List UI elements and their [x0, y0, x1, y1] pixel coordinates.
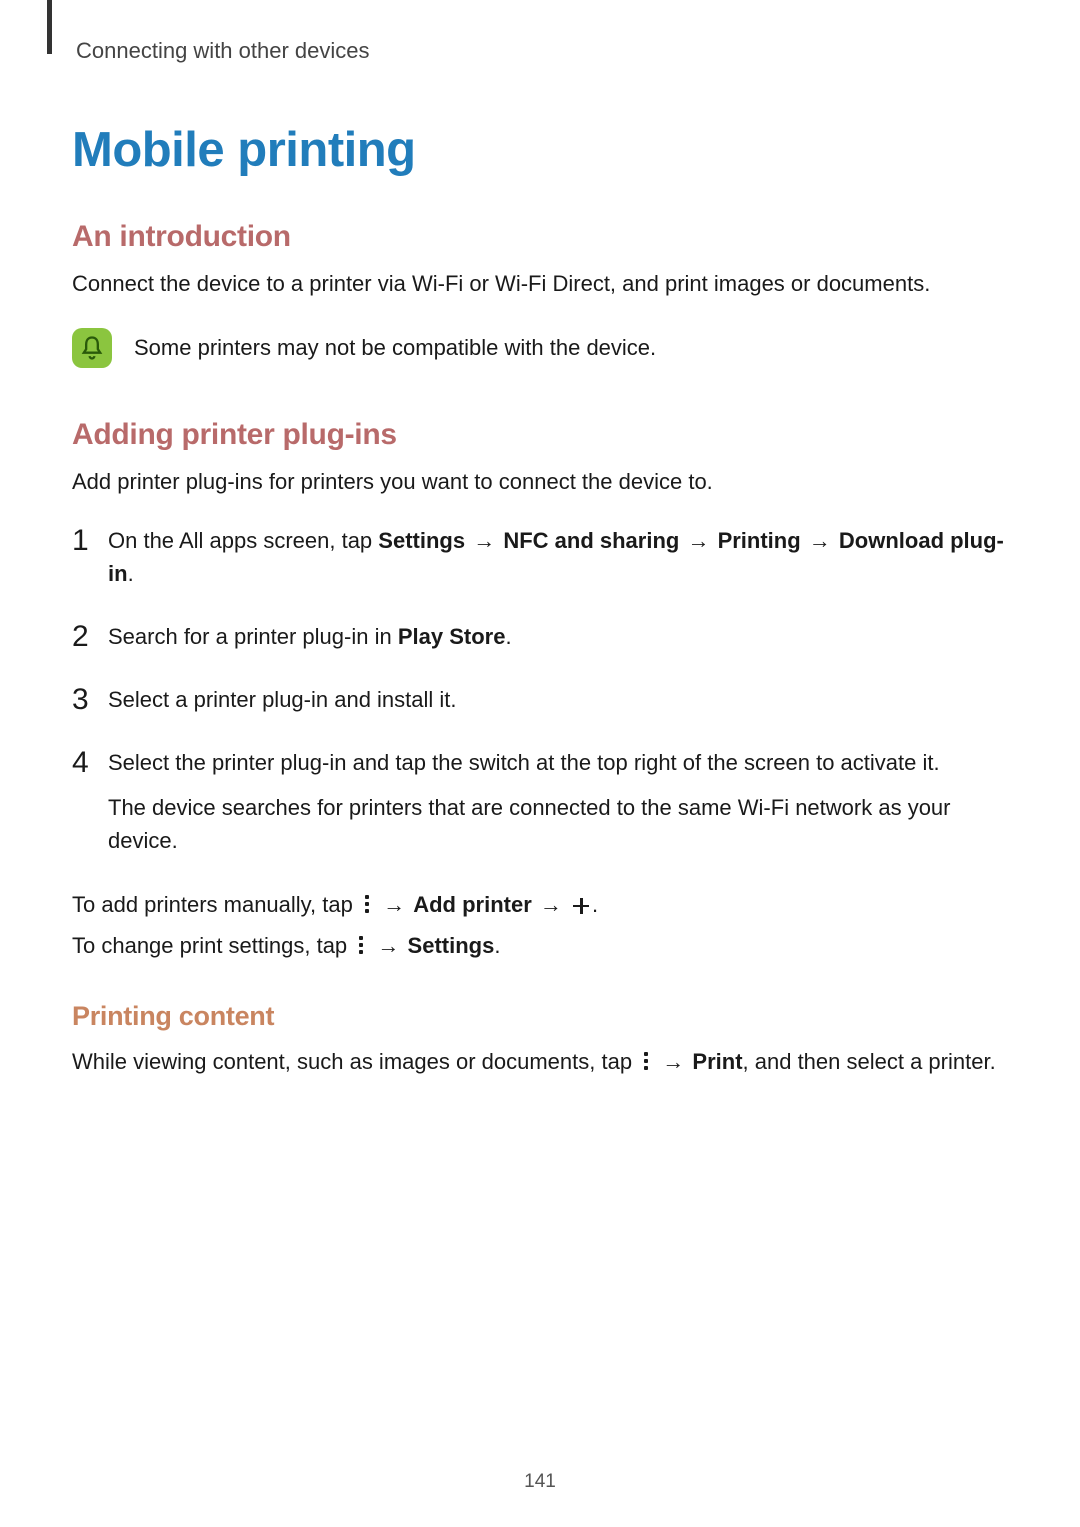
page-tab-mark: [47, 0, 52, 54]
step-1: On the All apps screen, tap Settings → N…: [72, 524, 1008, 590]
arrow: →: [465, 528, 503, 553]
step-3-text: Select a printer plug-in and install it.: [108, 687, 457, 712]
note: Some printers may not be compatible with…: [72, 326, 1008, 368]
note-text: Some printers may not be compatible with…: [134, 326, 656, 364]
change-settings-line: To change print settings, tap → Settings…: [72, 928, 1008, 963]
more-options-icon: [361, 894, 373, 914]
period: .: [494, 933, 500, 958]
bell-icon: [72, 328, 112, 368]
printing-content-line: While viewing content, such as images or…: [72, 1044, 1008, 1079]
step-3: Select a printer plug-in and install it.: [72, 683, 1008, 716]
plus-icon: [572, 897, 590, 915]
page-number: 141: [0, 1471, 1080, 1493]
step-2: Search for a printer plug-in in Play Sto…: [72, 620, 1008, 653]
arrow: →: [654, 1049, 692, 1074]
manual-add-line: To add printers manually, tap → Add prin…: [72, 887, 1008, 922]
more-options-icon: [640, 1051, 652, 1071]
arrow: →: [532, 892, 570, 917]
arrow: →: [679, 528, 717, 553]
print-label: Print: [692, 1049, 742, 1074]
page-title: Mobile printing: [72, 122, 1008, 178]
arrow: →: [801, 528, 839, 553]
arrow: →: [369, 933, 407, 958]
settings-label: Settings: [408, 933, 495, 958]
nfc-label: NFC and sharing: [503, 528, 679, 553]
more-options-icon: [355, 935, 367, 955]
period: .: [505, 624, 511, 649]
intro-text: Connect the device to a printer via Wi-F…: [72, 268, 1008, 300]
playstore-label: Play Store: [398, 624, 506, 649]
subsection-printing-heading: Printing content: [72, 1001, 1008, 1032]
plugins-lead-text: Add printer plug-ins for printers you wa…: [72, 466, 1008, 498]
step-4-text-a: Select the printer plug-in and tap the s…: [108, 750, 940, 775]
printing-text-b: , and then select a printer.: [743, 1049, 996, 1074]
arrow: →: [375, 892, 413, 917]
add-printer-label: Add printer: [413, 892, 532, 917]
breadcrumb: Connecting with other devices: [76, 38, 1008, 64]
period: .: [592, 892, 598, 917]
printing-text-a: While viewing content, such as images or…: [72, 1049, 638, 1074]
steps-list: On the All apps screen, tap Settings → N…: [72, 524, 1008, 857]
manual-text-a: To add printers manually, tap: [72, 892, 359, 917]
section-intro-heading: An introduction: [72, 220, 1008, 254]
settings-label: Settings: [378, 528, 465, 553]
step-2-text-a: Search for a printer plug-in in: [108, 624, 398, 649]
section-plugins-heading: Adding printer plug-ins: [72, 418, 1008, 452]
settings-text-a: To change print settings, tap: [72, 933, 353, 958]
period: .: [128, 561, 134, 586]
step-1-text: On the All apps screen, tap: [108, 528, 378, 553]
page-content: Connecting with other devices Mobile pri…: [0, 0, 1080, 1079]
step-4-text-b: The device searches for printers that ar…: [108, 791, 1008, 857]
printing-label: Printing: [718, 528, 801, 553]
step-4: Select the printer plug-in and tap the s…: [72, 746, 1008, 857]
